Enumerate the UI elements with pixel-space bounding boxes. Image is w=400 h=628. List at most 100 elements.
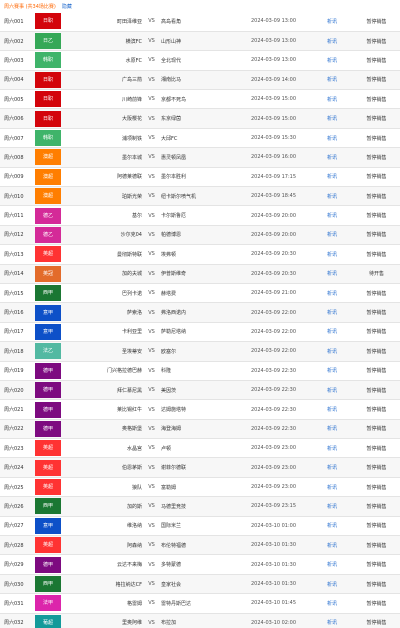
home-team[interactable]: 格雷姆 bbox=[63, 593, 145, 614]
league-badge[interactable]: 西甲 bbox=[35, 285, 61, 302]
league-badge[interactable]: 德乙 bbox=[35, 207, 61, 224]
away-team[interactable]: 大邱FC bbox=[158, 128, 236, 149]
analysis-link[interactable]: 析讯 bbox=[311, 477, 353, 498]
away-team[interactable]: 高岛看角 bbox=[158, 12, 236, 32]
analysis-link[interactable]: 析讯 bbox=[311, 225, 353, 246]
home-team[interactable]: 伯恩茅斯 bbox=[63, 457, 145, 478]
away-team[interactable]: 京都不死鸟 bbox=[158, 89, 236, 110]
home-team[interactable]: 基尔 bbox=[63, 205, 145, 226]
home-team[interactable]: 町田泽维亚 bbox=[63, 12, 145, 32]
away-team[interactable]: 谢菲尔德联 bbox=[158, 457, 236, 478]
league-badge[interactable]: 德甲 bbox=[35, 362, 61, 379]
analysis-link[interactable]: 析讯 bbox=[311, 593, 353, 614]
away-team[interactable]: 山形山神 bbox=[158, 31, 236, 52]
league-badge[interactable]: 日职 bbox=[35, 71, 61, 88]
home-team[interactable]: 加的斯 bbox=[63, 496, 145, 517]
analysis-link[interactable]: 析讯 bbox=[311, 108, 353, 129]
league-badge[interactable]: 日乙 bbox=[35, 33, 61, 50]
analysis-link[interactable]: 析讯 bbox=[311, 128, 353, 149]
away-team[interactable]: 皇家社会 bbox=[158, 574, 236, 595]
away-team[interactable]: 海登海姆 bbox=[158, 419, 236, 440]
home-team[interactable]: 阿德莱德联 bbox=[63, 167, 145, 188]
home-team[interactable]: 加的夫城 bbox=[63, 264, 145, 284]
analysis-link[interactable]: 析讯 bbox=[311, 70, 353, 91]
league-badge[interactable]: 英超 bbox=[35, 246, 61, 263]
home-team[interactable]: 圣埃蒂安 bbox=[63, 341, 145, 362]
home-team[interactable]: 阿森纳 bbox=[63, 535, 145, 556]
home-team[interactable]: 珀斯光荣 bbox=[63, 186, 145, 207]
analysis-link[interactable]: 析讯 bbox=[311, 361, 353, 381]
analysis-link[interactable]: 析讯 bbox=[311, 438, 353, 459]
home-team[interactable]: 水晶宫 bbox=[63, 438, 145, 459]
away-team[interactable]: 布伦特福德 bbox=[158, 535, 236, 556]
analysis-link[interactable]: 析讯 bbox=[311, 457, 353, 478]
league-badge[interactable]: 意甲 bbox=[35, 304, 61, 321]
away-team[interactable]: 富勒姆 bbox=[158, 477, 236, 498]
away-team[interactable]: 帕德博恩 bbox=[158, 225, 236, 246]
home-team[interactable]: 里奥阿维 bbox=[63, 613, 145, 628]
analysis-link[interactable]: 析讯 bbox=[311, 574, 353, 595]
analysis-link[interactable]: 析讯 bbox=[311, 186, 353, 207]
league-badge[interactable]: 英冠 bbox=[35, 265, 61, 282]
analysis-link[interactable]: 析讯 bbox=[311, 147, 353, 168]
away-team[interactable]: 全北现代 bbox=[158, 50, 236, 71]
league-badge[interactable]: 韩职 bbox=[35, 130, 61, 147]
away-team[interactable]: 卡尔斯鲁厄 bbox=[158, 205, 236, 226]
home-team[interactable]: 川崎前锋 bbox=[63, 89, 145, 110]
league-badge[interactable]: 德乙 bbox=[35, 226, 61, 243]
analysis-link[interactable]: 析讯 bbox=[311, 322, 353, 343]
away-team[interactable]: 美因茨 bbox=[158, 380, 236, 401]
analysis-link[interactable]: 析讯 bbox=[311, 613, 353, 628]
league-badge[interactable]: 西甲 bbox=[35, 576, 61, 593]
away-team[interactable]: 卢顿 bbox=[158, 438, 236, 459]
analysis-link[interactable]: 析讯 bbox=[311, 283, 353, 304]
away-team[interactable]: 伊普斯维奇 bbox=[158, 264, 236, 284]
away-team[interactable]: 纽卡斯尔喷气机 bbox=[158, 186, 236, 207]
away-team[interactable]: 埃弗顿 bbox=[158, 244, 236, 265]
away-team[interactable]: 多特蒙德 bbox=[158, 554, 236, 575]
home-team[interactable]: 大阪樱花 bbox=[63, 108, 145, 129]
home-team[interactable]: 卡利亚里 bbox=[63, 322, 145, 343]
away-team[interactable]: 弗洛西诺内 bbox=[158, 302, 236, 323]
away-team[interactable]: 欧塞尔 bbox=[158, 341, 236, 362]
league-badge[interactable]: 意甲 bbox=[35, 323, 61, 340]
analysis-link[interactable]: 析讯 bbox=[311, 341, 353, 362]
away-team[interactable]: 墨尔本胜利 bbox=[158, 167, 236, 188]
home-team[interactable]: 曼彻斯特联 bbox=[63, 244, 145, 265]
away-team[interactable]: 东京绿茵 bbox=[158, 108, 236, 129]
away-team[interactable]: 惠灵顿凤凰 bbox=[158, 147, 236, 168]
analysis-link[interactable]: 析讯 bbox=[311, 399, 353, 420]
analysis-link[interactable]: 析讯 bbox=[311, 205, 353, 226]
league-badge[interactable]: 日职 bbox=[35, 110, 61, 127]
analysis-link[interactable]: 析讯 bbox=[311, 496, 353, 517]
home-team[interactable]: 墨尔本城 bbox=[63, 147, 145, 168]
league-badge[interactable]: 英超 bbox=[35, 479, 61, 496]
home-team[interactable]: 维洛纳 bbox=[63, 516, 145, 537]
league-badge[interactable]: 韩职 bbox=[35, 52, 61, 69]
away-team[interactable]: 湘南比马 bbox=[158, 70, 236, 91]
league-badge[interactable]: 德甲 bbox=[35, 382, 61, 399]
league-badge[interactable]: 日职 bbox=[35, 13, 61, 30]
away-team[interactable]: 达姆施塔特 bbox=[158, 399, 236, 420]
away-team[interactable]: 科隆 bbox=[158, 361, 236, 381]
home-team[interactable]: 水原FC bbox=[63, 50, 145, 71]
away-team[interactable]: 国际米兰 bbox=[158, 516, 236, 537]
league-badge[interactable]: 德甲 bbox=[35, 556, 61, 573]
home-team[interactable]: 横滨FC bbox=[63, 31, 145, 52]
hide-link[interactable]: 隐藏 bbox=[62, 3, 72, 10]
league-badge[interactable]: 德甲 bbox=[35, 401, 61, 418]
home-team[interactable]: 广岛三箭 bbox=[63, 70, 145, 91]
league-badge[interactable]: 英超 bbox=[35, 459, 61, 476]
league-badge[interactable]: 澳超 bbox=[35, 149, 61, 166]
analysis-link[interactable]: 析讯 bbox=[311, 89, 353, 110]
home-team[interactable]: 莱比锡红牛 bbox=[63, 399, 145, 420]
home-team[interactable]: 奥格斯堡 bbox=[63, 419, 145, 440]
league-badge[interactable]: 西甲 bbox=[35, 498, 61, 515]
analysis-link[interactable]: 析讯 bbox=[311, 264, 353, 284]
away-team[interactable]: 马德里竞技 bbox=[158, 496, 236, 517]
home-team[interactable]: 沙尔克04 bbox=[63, 225, 145, 246]
analysis-link[interactable]: 析讯 bbox=[311, 419, 353, 440]
analysis-link[interactable]: 析讯 bbox=[311, 380, 353, 401]
away-team[interactable]: 布拉加 bbox=[158, 613, 236, 628]
analysis-link[interactable]: 析讯 bbox=[311, 535, 353, 556]
